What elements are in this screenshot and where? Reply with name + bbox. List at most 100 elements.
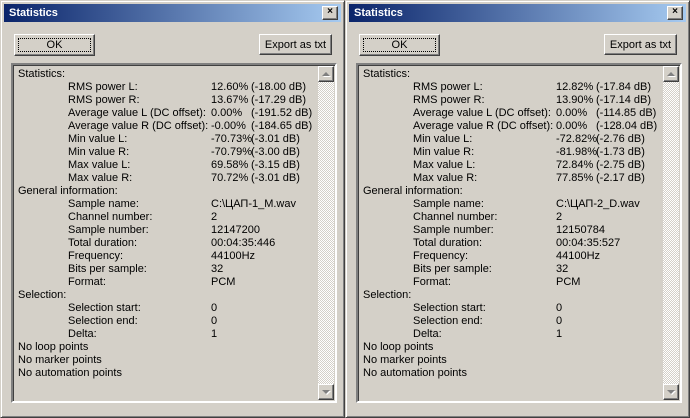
stats-row: General information: [14, 185, 318, 198]
export-button-label: Export as txt [264, 38, 327, 51]
row-label: No loop points [18, 341, 89, 353]
stats-row: Min value L: -72.82% (-2.76 dB) [359, 133, 663, 146]
row-label: Max value L: [413, 159, 476, 171]
row-value: 44100Hz [556, 250, 601, 262]
row-value: 12147200 [211, 224, 260, 236]
row-label: Max value L: [68, 159, 131, 171]
row-label: Min value R: [413, 146, 475, 158]
row-label: RMS power R: [413, 94, 485, 106]
scroll-down-button[interactable] [663, 384, 679, 400]
row-value: 72.84% [556, 159, 594, 171]
row-db-value: (-128.04 dB) [596, 120, 658, 132]
row-value: 32 [211, 263, 224, 275]
row-value: PCM [211, 276, 236, 288]
row-label: Average value L (DC offset): [413, 107, 551, 119]
scroll-up-button[interactable] [318, 66, 334, 82]
stats-row: Statistics: [14, 68, 318, 81]
statistics-dialog-right: Statistics × OK Export as txt Statistics… [345, 0, 690, 418]
row-value: 69.58% [211, 159, 249, 171]
stats-row: Selection: [14, 289, 318, 302]
stats-row: Average value R (DC offset): 0.00% (-128.0… [359, 120, 663, 133]
stats-row: Frequency: 44100Hz [14, 250, 318, 263]
ok-button-label: OK [46, 39, 63, 51]
row-label: Sample name: [68, 198, 139, 210]
row-label: Total duration: [68, 237, 138, 249]
row-db-value: (-3.00 dB) [251, 146, 300, 158]
ok-button-label: OK [391, 39, 408, 51]
ok-button[interactable]: OK [14, 34, 95, 56]
row-db-value: (-191.52 dB) [251, 107, 313, 119]
stats-row: Selection start: 0 [14, 302, 318, 315]
stats-row: Max value R: 77.85% (-2.17 dB) [359, 172, 663, 185]
vertical-scrollbar[interactable] [318, 66, 334, 400]
row-label: Min value L: [413, 133, 473, 145]
row-value: -70.79% [211, 146, 252, 158]
row-label: RMS power R: [68, 94, 140, 106]
stats-row: Max value R: 70.72% (-3.01 dB) [14, 172, 318, 185]
export-as-txt-button[interactable]: Export as txt [604, 34, 677, 55]
row-db-value: (-2.75 dB) [596, 159, 645, 171]
row-label: Channel number: [413, 211, 498, 223]
row-value: 12.60% [211, 81, 249, 93]
row-label: Frequency: [68, 250, 124, 262]
row-db-value: (-3.15 dB) [251, 159, 300, 171]
stats-row: No automation points [14, 367, 318, 380]
export-as-txt-button[interactable]: Export as txt [259, 34, 332, 55]
title-bar[interactable]: Statistics × [349, 4, 686, 22]
row-label: Selection start: [68, 302, 141, 314]
stats-row: RMS power L: 12.82% (-17.84 dB) [359, 81, 663, 94]
row-db-value: (-1.73 dB) [596, 146, 645, 158]
row-value: -72.82% [556, 133, 597, 145]
row-label: Statistics: [18, 68, 66, 80]
stats-row: Selection start: 0 [359, 302, 663, 315]
row-value: 12.82% [556, 81, 594, 93]
row-value: 1 [556, 328, 563, 340]
scroll-up-icon [321, 71, 331, 77]
close-button[interactable]: × [667, 6, 683, 20]
statistics-dialog-left: Statistics × OK Export as txt Statistics… [0, 0, 345, 418]
row-value: PCM [556, 276, 581, 288]
row-label: Selection end: [68, 315, 138, 327]
row-label: General information: [363, 185, 463, 197]
row-label: Max value R: [68, 172, 133, 184]
row-value: 13.67% [211, 94, 249, 106]
row-label: Format: [413, 276, 451, 288]
row-value: 2 [211, 211, 218, 223]
row-label: Min value R: [68, 146, 130, 158]
statistics-list: Statistics: RMS power L: 12.82% (-17.84 dB)… [359, 66, 663, 400]
row-label: Sample name: [413, 198, 484, 210]
scroll-up-button[interactable] [663, 66, 679, 82]
stats-row: No loop points [14, 341, 318, 354]
vertical-scrollbar[interactable] [663, 66, 679, 400]
stats-row: Max value L: 72.84% (-2.75 dB) [359, 159, 663, 172]
row-label: Frequency: [413, 250, 469, 262]
window-title: Statistics [9, 7, 58, 19]
row-label: General information: [18, 185, 118, 197]
row-label: Delta: [68, 328, 97, 340]
ok-button[interactable]: OK [359, 34, 440, 56]
row-label: Max value R: [413, 172, 478, 184]
window-title: Statistics [354, 7, 403, 19]
close-button[interactable]: × [322, 6, 338, 20]
row-db-value: (-18.00 dB) [251, 81, 307, 93]
scroll-down-button[interactable] [318, 384, 334, 400]
row-value: C:\ЦАП-1_M.wav [211, 198, 296, 210]
stats-row: Average value R (DC offset): -0.00% (-184.… [14, 120, 318, 133]
row-value: 77.85% [556, 172, 594, 184]
row-value: 32 [556, 263, 569, 275]
export-button-label: Export as txt [609, 38, 672, 51]
row-label: Total duration: [413, 237, 483, 249]
row-db-value: (-3.01 dB) [251, 172, 300, 184]
stats-row: Channel number: 2 [14, 211, 318, 224]
row-value: 0.00% [556, 120, 588, 132]
stats-row: Sample number: 12147200 [14, 224, 318, 237]
row-value: 70.72% [211, 172, 249, 184]
row-value: 0 [211, 315, 218, 327]
row-value: 00:04:35:527 [556, 237, 621, 249]
stats-row: No marker points [359, 354, 663, 367]
row-label: No marker points [363, 354, 447, 366]
title-bar[interactable]: Statistics × [4, 4, 341, 22]
row-value: -81.98% [556, 146, 597, 158]
stats-row: RMS power R: 13.90% (-17.14 dB) [359, 94, 663, 107]
row-value: 0.00% [211, 107, 243, 119]
